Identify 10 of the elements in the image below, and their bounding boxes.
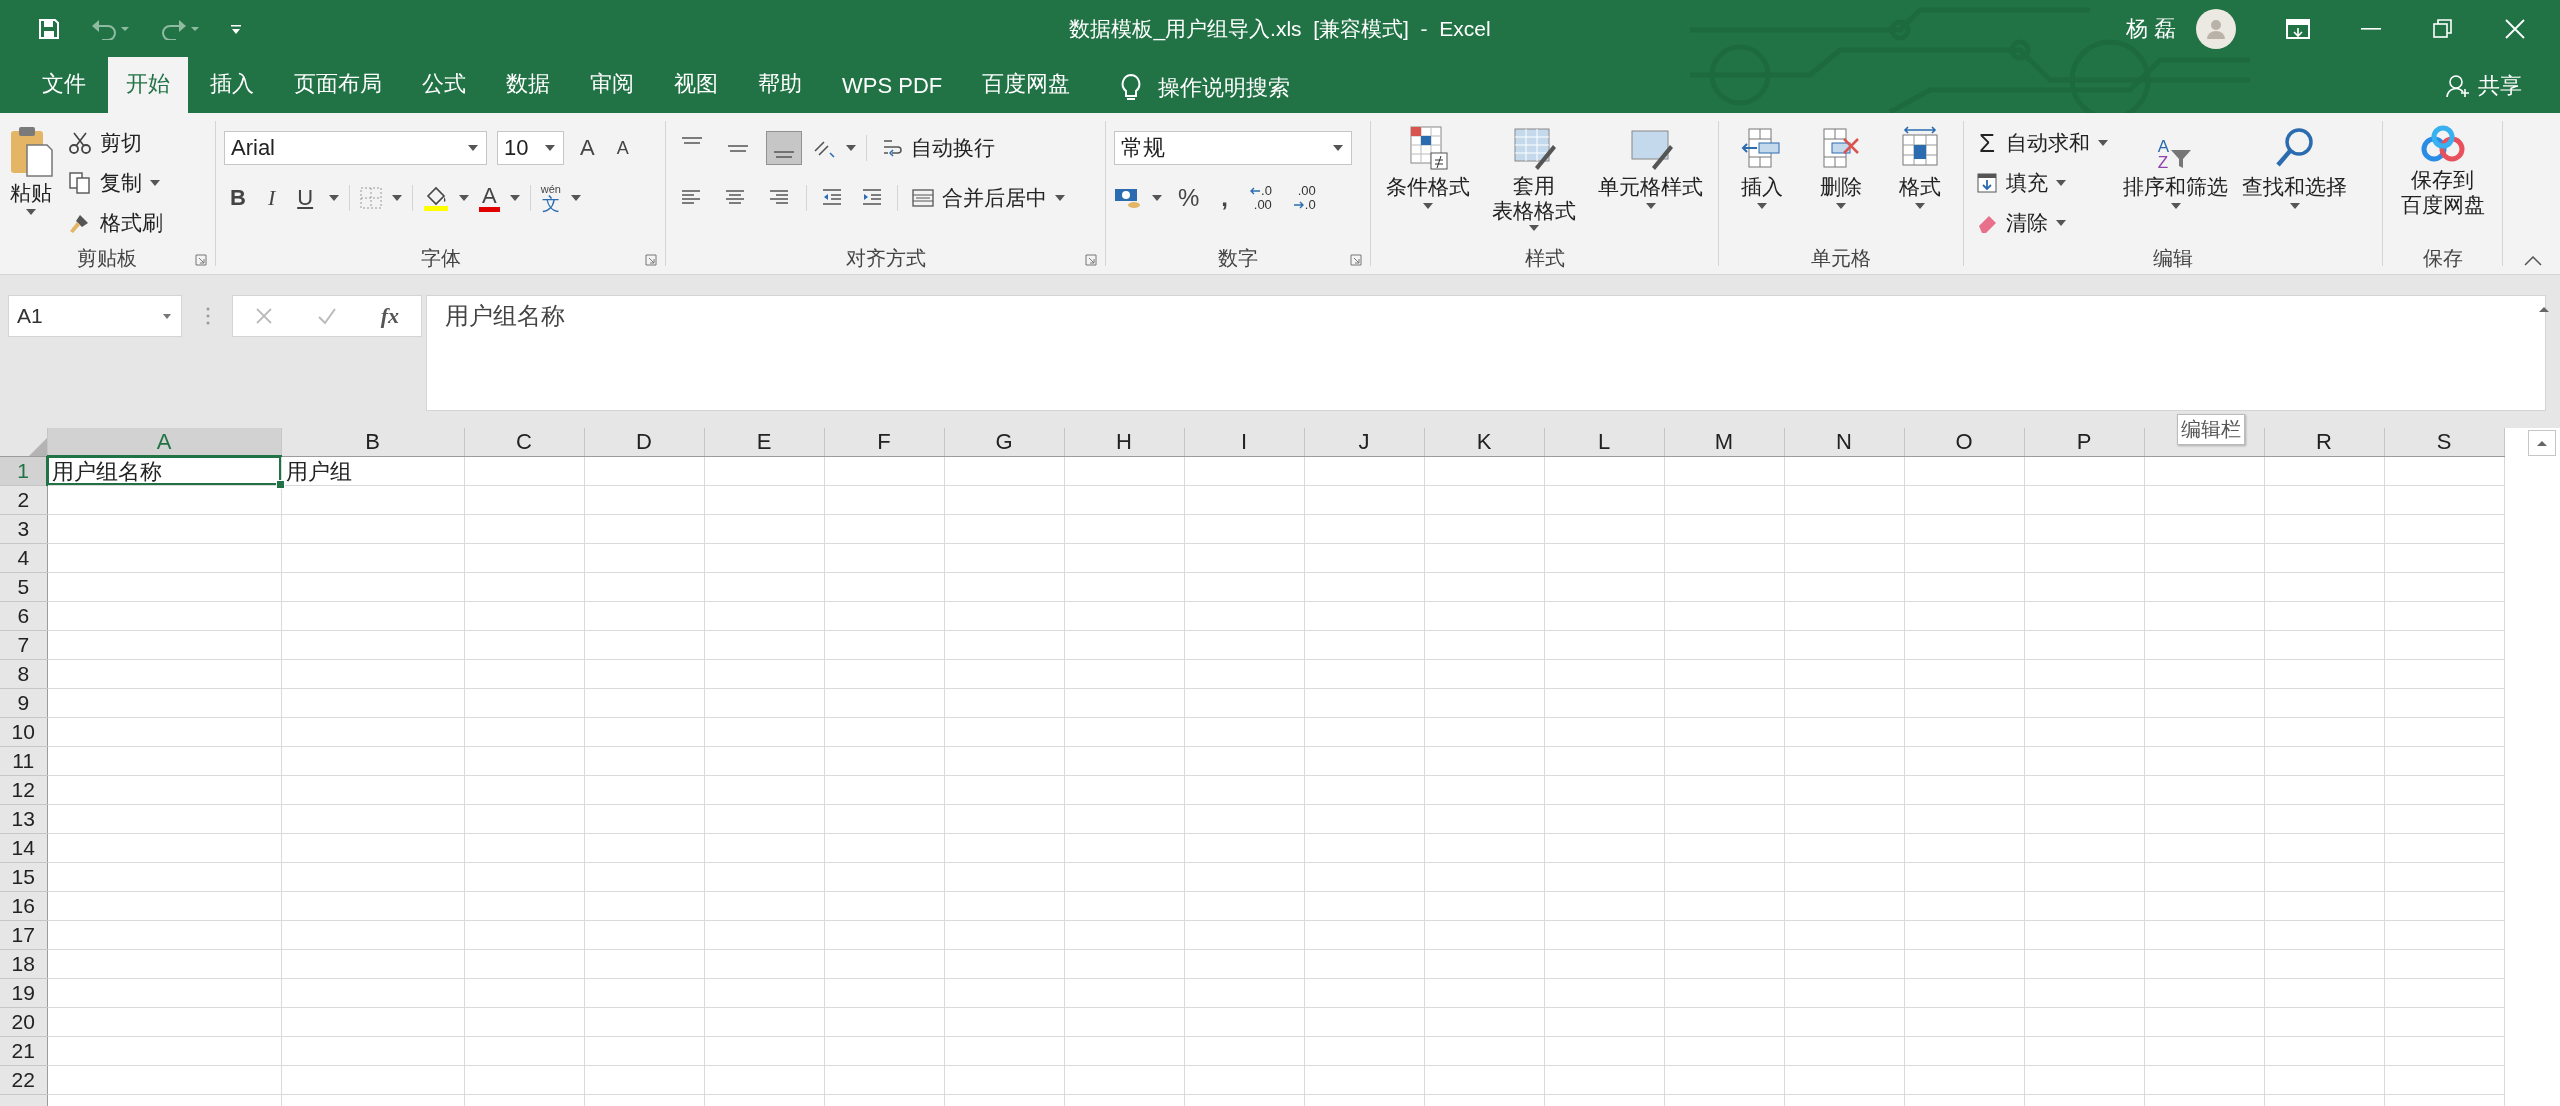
group-label: 对齐方式 xyxy=(845,245,926,271)
group-label: 样式 xyxy=(1524,245,1565,271)
group-label: 编辑 xyxy=(2153,245,2193,271)
group-label: 保存 xyxy=(2422,245,2463,271)
group-label: 单元格 xyxy=(1811,245,1871,271)
group-label: 数字 xyxy=(1218,245,1258,271)
tooltip: 编辑栏 xyxy=(2177,414,2245,445)
group-label: 剪贴板 xyxy=(76,245,137,271)
group-label: 字体 xyxy=(420,245,461,271)
window-title: 数据模板_用户组导入.xls [兼容模式] - Excel xyxy=(1069,15,1491,43)
